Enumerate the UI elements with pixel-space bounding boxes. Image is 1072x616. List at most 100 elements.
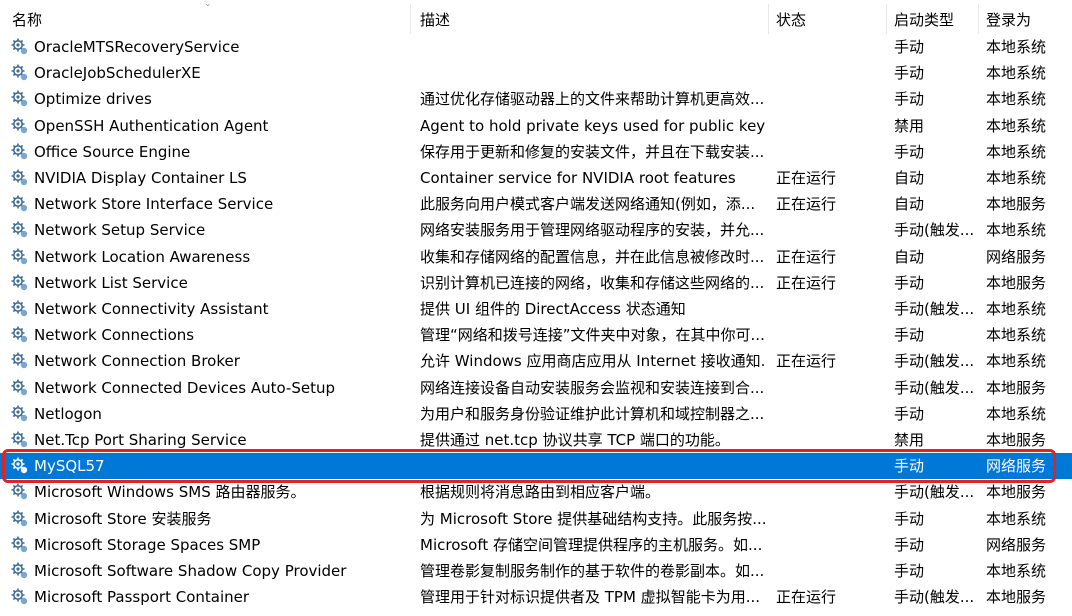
service-description <box>420 60 766 86</box>
service-row[interactable]: OracleMTSRecoveryService 手动 本地系统 <box>0 34 1072 60</box>
service-status <box>776 139 876 165</box>
service-logon-as: 本地服务 <box>986 378 1047 397</box>
service-row[interactable]: OracleJobSchedulerXE 手动 本地系统 <box>0 60 1072 86</box>
service-startup-type: 手动 <box>894 562 925 580</box>
service-logon-as: 本地系统 <box>986 562 1047 580</box>
gear-icon <box>11 405 28 421</box>
service-logon-as: 本地服务 <box>986 588 1047 607</box>
service-row[interactable]: Network Location Awareness 收集和存储网络的配置信息，并… <box>0 244 1072 270</box>
service-startup-type: 禁用 <box>894 116 925 135</box>
service-description: 管理“网络和拨号连接”文件夹中对象，在其中你可... <box>420 326 765 345</box>
service-row[interactable]: Network Connectivity Assistant 提供 UI 组件的 … <box>0 296 1072 322</box>
service-row[interactable]: Network Connections 管理“网络和拨号连接”文件夹中对象，在其中… <box>0 322 1072 348</box>
column-divider[interactable] <box>886 4 887 34</box>
service-status <box>776 217 876 243</box>
service-description: 为 Microsoft Store 提供基础结构支持。此服务按... <box>420 509 766 528</box>
service-row[interactable]: Microsoft Passport Container 管理用于针对标识提供者及… <box>0 584 1072 610</box>
gear-icon <box>11 143 28 159</box>
sort-indicator-icon: ⌄ <box>204 0 212 9</box>
service-row[interactable]: NVIDIA Display Container LS Container ser… <box>0 165 1072 191</box>
service-description <box>420 34 766 60</box>
service-name: Network Connections <box>34 326 195 345</box>
service-startup-type: 自动 <box>894 195 925 214</box>
service-row[interactable]: Net.Tcp Port Sharing Service 提供通过 net.tcp… <box>0 427 1072 453</box>
service-row[interactable]: Network Setup Service 网络安装服务用于管理网络驱动程序的安装… <box>0 217 1072 243</box>
gear-icon <box>11 562 28 579</box>
service-startup-type: 手动(触发... <box>894 378 975 397</box>
service-row[interactable]: Network Connection Broker 允许 Windows 应用商店… <box>0 348 1072 374</box>
service-status <box>776 375 876 401</box>
service-row[interactable]: Microsoft Software Shadow Copy Provider 管… <box>0 558 1072 584</box>
gear-icon <box>11 588 28 605</box>
service-startup-type: 手动 <box>894 404 925 423</box>
gear-icon <box>11 457 28 474</box>
service-startup-type: 禁用 <box>894 431 925 449</box>
service-name: OracleMTSRecoveryService <box>34 38 240 56</box>
service-logon-as: 本地系统 <box>986 90 1047 109</box>
service-name: Netlogon <box>34 404 102 423</box>
service-name: Office Source Engine <box>34 142 191 161</box>
service-name: Network Setup Service <box>34 221 206 240</box>
service-status <box>776 322 876 348</box>
column-header-startup-type[interactable]: 启动类型 <box>894 9 954 31</box>
service-row[interactable]: Microsoft Store 安装服务 为 Microsoft Store 提供… <box>0 506 1072 532</box>
service-startup-type: 手动(触发... <box>894 352 975 371</box>
service-row[interactable]: Optimize drives 通过优化存储驱动器上的文件来帮助计算机更高效...… <box>0 86 1072 112</box>
service-name: Microsoft Windows SMS 路由器服务。 <box>34 483 306 502</box>
service-status <box>776 34 876 60</box>
service-startup-type: 自动 <box>894 247 925 266</box>
service-logon-as: 本地系统 <box>986 352 1047 371</box>
gear-icon <box>11 274 28 290</box>
service-description: Agent to hold private keys used for publ… <box>420 116 766 135</box>
service-logon-as: 本地系统 <box>986 142 1047 161</box>
service-startup-type: 手动 <box>894 38 925 56</box>
service-description: 根据规则将消息路由到相应客户端。 <box>420 483 661 502</box>
service-name: Network Connected Devices Auto-Setup <box>34 378 335 397</box>
service-description: 管理用于针对标识提供者及 TPM 虚拟智能卡为用... <box>420 588 760 607</box>
service-description: 允许 Windows 应用商店应用从 Internet 接收通知... <box>420 352 766 371</box>
service-status <box>776 506 876 532</box>
service-row[interactable]: Netlogon 为用户和服务身份验证维护此计算机和域控制器之... 手动 本地系统 <box>0 401 1072 427</box>
service-row[interactable]: Microsoft Windows SMS 路由器服务。 根据规则将消息路由到相应… <box>0 479 1072 505</box>
service-status: 正在运行 <box>776 195 837 214</box>
service-status <box>776 113 876 139</box>
service-row[interactable]: Office Source Engine 保存用于更新和修复的安装文件，并且在下载… <box>0 139 1072 165</box>
service-row[interactable]: Network List Service 识别计算机已连接的网络，收集和存储这些网… <box>0 270 1072 296</box>
service-row[interactable]: Microsoft Storage Spaces SMP Microsoft 存储… <box>0 532 1072 558</box>
service-logon-as: 网络服务 <box>986 535 1047 554</box>
column-header-name[interactable]: 名称 <box>12 9 42 31</box>
column-divider[interactable] <box>768 4 769 34</box>
gear-icon <box>11 431 28 448</box>
column-header-logon-as[interactable]: 登录为 <box>986 9 1031 31</box>
service-row[interactable]: Network Store Interface Service 此服务向用户模式客… <box>0 191 1072 217</box>
service-startup-type: 手动 <box>894 273 925 292</box>
column-header-status[interactable]: 状态 <box>776 9 806 31</box>
gear-icon <box>11 248 28 264</box>
service-logon-as: 本地系统 <box>986 116 1047 135</box>
service-startup-type: 自动 <box>894 169 925 187</box>
service-description: 网络连接设备自动安装服务会监视和安装连接到合... <box>420 378 765 397</box>
service-description: Microsoft 存储空间管理提供程序的主机服务。如... <box>420 535 763 554</box>
service-logon-as: 本地服务 <box>986 483 1047 502</box>
service-row[interactable]: Network Connected Devices Auto-Setup 网络连接… <box>0 375 1072 401</box>
column-divider[interactable] <box>410 4 411 34</box>
service-status <box>776 60 876 86</box>
service-status: 正在运行 <box>776 588 837 607</box>
service-description: 网络安装服务用于管理网络驱动程序的安装，并允... <box>420 221 765 240</box>
service-description: 提供通过 net.tcp 协议共享 TCP 端口的功能。 <box>420 431 730 449</box>
service-status: 正在运行 <box>776 247 837 266</box>
column-divider[interactable] <box>978 4 979 34</box>
service-startup-type: 手动(触发... <box>894 588 975 607</box>
service-row[interactable]: OpenSSH Authentication Agent Agent to hol… <box>0 113 1072 139</box>
service-logon-as: 本地系统 <box>986 221 1047 240</box>
service-status: 正在运行 <box>776 169 837 187</box>
service-name: MySQL57 <box>34 457 105 476</box>
column-header-description[interactable]: 描述 <box>420 9 450 31</box>
service-status <box>776 86 876 112</box>
gear-icon <box>11 510 28 526</box>
column-header-bar: ⌄ 名称 描述 状态 启动类型 登录为 <box>0 0 1072 34</box>
service-row[interactable]: MySQL57 手动 网络服务 <box>0 453 1072 480</box>
service-startup-type: 手动 <box>894 64 925 83</box>
service-logon-as: 本地系统 <box>986 38 1047 56</box>
gear-icon <box>11 221 28 238</box>
